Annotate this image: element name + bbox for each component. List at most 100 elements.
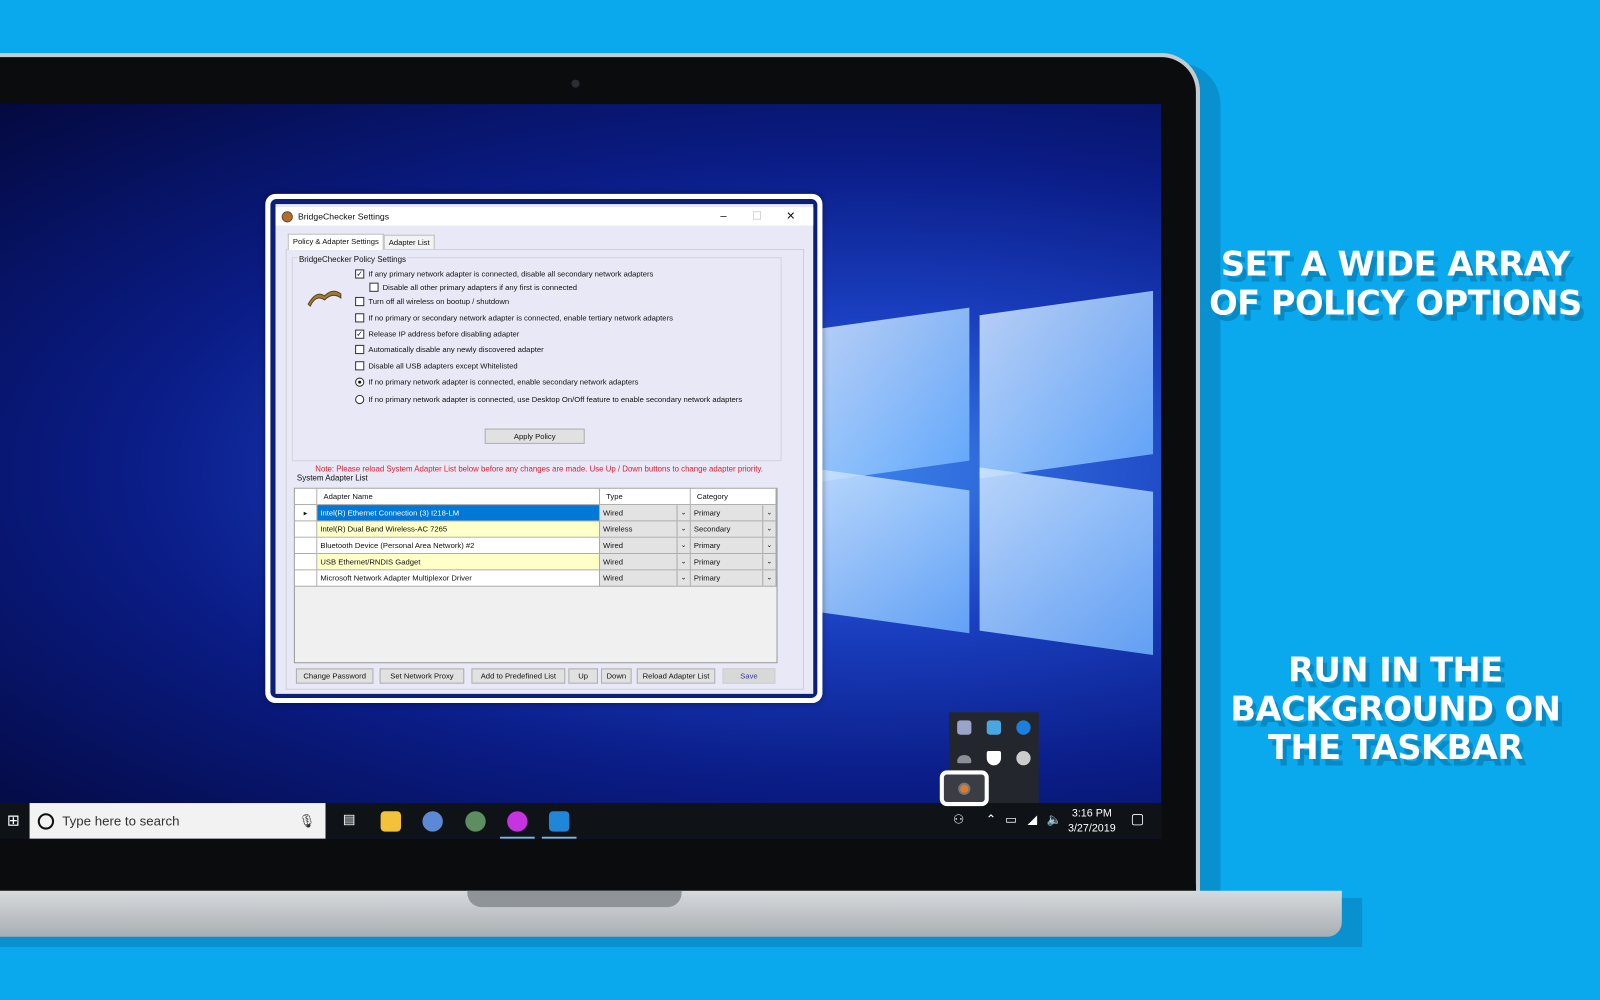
app-icon-blue[interactable]: [548, 811, 570, 832]
save-button[interactable]: Save: [722, 668, 776, 684]
category-dropdown[interactable]: Primary ⌄: [690, 505, 777, 522]
down-button[interactable]: Down: [601, 668, 632, 684]
adapter-name-cell[interactable]: Intel(R) Dual Band Wireless-AC 7265: [317, 521, 600, 538]
policy-checkbox[interactable]: Disable all USB adapters except Whitelis…: [355, 361, 518, 371]
monitor-icon[interactable]: [957, 720, 972, 735]
chevron-down-icon[interactable]: ⌄: [762, 505, 775, 521]
add-to-predefined-list-button[interactable]: Add to Predefined List: [471, 668, 566, 684]
chevron-down-icon[interactable]: ⌄: [676, 537, 690, 554]
adapter-row[interactable]: Microsoft Network Adapter Multiplexor Dr…: [294, 570, 777, 587]
checkbox[interactable]: [355, 344, 365, 355]
policy-checkbox[interactable]: If no primary or secondary network adapt…: [355, 313, 673, 323]
adapter-row[interactable]: ▸ Intel(R) Ethernet Connection (3) I218-…: [294, 505, 777, 522]
adapter-row[interactable]: Intel(R) Dual Band Wireless-AC 7265 Wire…: [294, 521, 777, 538]
type-dropdown[interactable]: Wired ⌄: [599, 505, 691, 522]
minimize-button[interactable]: –: [708, 207, 739, 225]
chevron-down-icon[interactable]: ⌄: [762, 521, 775, 537]
network-app-icon[interactable]: [986, 720, 1002, 735]
adapter-row[interactable]: USB Ethernet/RNDIS Gadget Wired ⌄ Primary…: [294, 554, 777, 571]
change-password-button[interactable]: Change Password: [295, 668, 374, 684]
category-dropdown[interactable]: Secondary ⌄: [690, 521, 777, 538]
policy-radio[interactable]: If no primary network adapter is connect…: [355, 377, 638, 387]
category-dropdown[interactable]: Primary ⌄: [690, 554, 777, 571]
adapter-name-cell[interactable]: Microsoft Network Adapter Multiplexor Dr…: [317, 570, 600, 587]
row-header[interactable]: [294, 570, 318, 587]
headline-taskbar: RUN IN THE BACKGROUND ON THE TASKBAR: [1230, 649, 1561, 768]
title-bar[interactable]: BridgeChecker Settings – ☐ ✕: [275, 207, 814, 226]
chevron-down-icon[interactable]: ⌄: [676, 570, 690, 586]
radio-button[interactable]: [355, 394, 365, 405]
current-row-arrow-icon: ▸: [303, 508, 308, 518]
checkbox[interactable]: ✓: [355, 329, 365, 339]
policy-checkbox[interactable]: Disable all other primary adapters if an…: [369, 282, 577, 292]
start-button[interactable]: ⊞: [0, 803, 27, 839]
apply-policy-button[interactable]: Apply Policy: [484, 428, 585, 444]
onedrive-icon[interactable]: [957, 755, 972, 764]
maximize-button[interactable]: ☐: [742, 207, 773, 225]
type-dropdown[interactable]: Wired ⌄: [599, 554, 691, 571]
app-icon-chart[interactable]: [422, 811, 443, 832]
checkbox[interactable]: [369, 282, 379, 292]
task-view-icon[interactable]: ▤: [339, 811, 359, 831]
close-button[interactable]: ✕: [776, 207, 807, 225]
policy-checkbox[interactable]: Turn off all wireless on bootup / shutdo…: [355, 296, 509, 307]
battery-icon[interactable]: ▭: [1005, 812, 1017, 826]
column-header-type[interactable]: Type: [599, 488, 691, 506]
people-icon[interactable]: ⚇: [953, 812, 964, 826]
chevron-down-icon[interactable]: ⌄: [676, 521, 690, 537]
volume-icon[interactable]: 🔈: [1047, 812, 1062, 826]
adapter-name-cell[interactable]: Intel(R) Ethernet Connection (3) I218-LM: [317, 505, 600, 522]
column-header-adapter-name[interactable]: Adapter Name: [317, 488, 600, 506]
notification-icon[interactable]: ▢: [1131, 810, 1145, 827]
set-network-proxy-button[interactable]: Set Network Proxy: [379, 668, 465, 684]
type-value: Wired: [603, 540, 624, 550]
tab-adapter-list[interactable]: Adapter List: [383, 234, 435, 249]
policy-checkbox[interactable]: ✓ Release IP address before disabling ada…: [355, 329, 519, 339]
file-explorer-icon[interactable]: [380, 811, 402, 832]
checkbox[interactable]: ✓: [355, 269, 365, 279]
speaker-app-icon[interactable]: [1016, 751, 1031, 766]
radio-button[interactable]: [355, 377, 365, 387]
bridgechecker-tray-icon[interactable]: [958, 782, 971, 795]
policy-checkbox[interactable]: ✓ If any primary network adapter is conne…: [355, 269, 653, 279]
checkbox[interactable]: [355, 296, 365, 307]
wifi-icon[interactable]: ◢: [1028, 812, 1037, 826]
chevron-down-icon[interactable]: ⌄: [762, 570, 775, 586]
category-value: Primary: [693, 557, 721, 567]
app-icon-green[interactable]: [465, 811, 486, 832]
policy-checkbox[interactable]: Automatically disable any newly discover…: [355, 344, 544, 355]
row-header[interactable]: [294, 554, 318, 571]
bluetooth-icon[interactable]: [1016, 720, 1031, 735]
clock[interactable]: 3:16 PM 3/27/2019: [1061, 806, 1122, 837]
app-icon-purple[interactable]: [507, 811, 528, 832]
chevron-down-icon[interactable]: ⌄: [676, 505, 690, 521]
type-dropdown[interactable]: Wired ⌄: [599, 537, 691, 555]
chevron-down-icon[interactable]: ⌄: [762, 537, 775, 554]
taskbar-search-box[interactable]: Type here to search 🎙: [29, 803, 326, 839]
row-header[interactable]: ▸: [294, 505, 318, 522]
chevron-down-icon[interactable]: ⌄: [762, 554, 775, 570]
type-dropdown[interactable]: Wired ⌄: [599, 570, 691, 587]
checkbox[interactable]: [355, 361, 365, 371]
policy-radio[interactable]: If no primary network adapter is connect…: [355, 394, 742, 405]
type-dropdown[interactable]: Wireless ⌄: [599, 521, 691, 538]
chevron-up-icon[interactable]: ⌃: [986, 812, 996, 826]
taskbar: ⊞ Type here to search 🎙 ▤ ⚇ ⌃ ▭ ◢ 🔈 3:16…: [0, 803, 1162, 839]
tab-policy-adapter-settings[interactable]: Policy & Adapter Settings: [287, 233, 384, 250]
adapter-name-cell[interactable]: Bluetooth Device (Personal Area Network)…: [317, 537, 600, 555]
bridgechecker-tray-highlight[interactable]: [939, 770, 989, 807]
row-header[interactable]: [294, 521, 318, 538]
adapter-row[interactable]: Bluetooth Device (Personal Area Network)…: [294, 537, 777, 555]
category-dropdown[interactable]: Primary ⌄: [690, 537, 777, 555]
up-button[interactable]: Up: [568, 668, 598, 684]
grid-header: Adapter Name Type Category: [294, 488, 777, 506]
adapter-name-cell[interactable]: USB Ethernet/RNDIS Gadget: [317, 554, 600, 571]
column-header-category[interactable]: Category: [690, 488, 777, 506]
checkbox[interactable]: [355, 313, 365, 323]
microphone-icon[interactable]: 🎙: [298, 813, 315, 829]
reload-adapter-list-button[interactable]: Reload Adapter List: [636, 668, 716, 684]
row-header[interactable]: [294, 537, 318, 555]
category-dropdown[interactable]: Primary ⌄: [690, 570, 777, 587]
defender-shield-icon[interactable]: [986, 751, 1002, 766]
chevron-down-icon[interactable]: ⌄: [676, 554, 690, 570]
